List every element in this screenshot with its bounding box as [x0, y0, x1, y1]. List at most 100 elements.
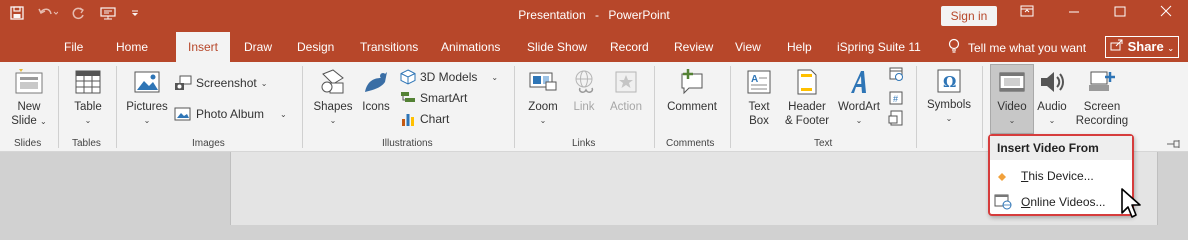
tab-home[interactable]: Home: [116, 40, 148, 54]
icons-label: Icons: [362, 101, 390, 113]
online-videos-menu-item[interactable]: Online Videos...: [990, 190, 1132, 214]
chevron-down-icon: ⌄: [855, 116, 863, 125]
chevron-down-icon: ⌄: [945, 114, 953, 123]
chevron-down-icon: ⌄: [329, 116, 337, 125]
online-videos-accel: O: [1021, 195, 1031, 209]
wordart-button[interactable]: WordArt ⌄: [836, 68, 882, 128]
audio-button[interactable]: Audio ⌄: [1034, 68, 1070, 128]
photo-album-button[interactable]: Photo Album ⌄: [174, 106, 287, 122]
group-label-images: Images: [192, 138, 225, 149]
group-divider: [916, 66, 917, 148]
group-divider: [58, 66, 59, 148]
tell-me-text: Tell me what you want: [968, 40, 1087, 55]
chevron-down-icon: ⌄: [143, 116, 151, 125]
screen-recording-icon: [1089, 71, 1115, 91]
video-button[interactable]: Video ⌄: [992, 68, 1032, 128]
svg-text:Ω: Ω: [943, 73, 956, 91]
smartart-label: SmartArt: [420, 91, 468, 105]
chevron-down-icon: ⌄: [280, 109, 287, 119]
tab-file[interactable]: File: [64, 40, 83, 54]
wordart-icon: [851, 71, 866, 93]
photo-album-icon: [174, 107, 191, 121]
symbols-button[interactable]: Ω Symbols ⌄: [924, 68, 974, 126]
new-slide-icon: [15, 69, 43, 94]
link-icon: [575, 70, 594, 93]
online-videos-label: nline Videos...: [1030, 195, 1106, 209]
zoom-button[interactable]: Zoom ⌄: [524, 68, 562, 128]
chevron-down-icon: ⌄: [1008, 116, 1016, 125]
app-name: PowerPoint: [608, 8, 670, 22]
photo-album-label: Photo Album: [196, 107, 265, 121]
audio-label: Audio: [1037, 101, 1067, 113]
screen-recording-button[interactable]: Screen Recording: [1074, 68, 1130, 128]
text-box-label: Text: [748, 101, 770, 113]
title-separator: -: [595, 8, 599, 22]
cube-icon: [400, 69, 416, 85]
icons-button[interactable]: Icons: [358, 68, 394, 114]
chevron-down-icon: ⌄: [491, 72, 499, 82]
table-icon: [75, 70, 101, 94]
tab-review[interactable]: Review: [674, 40, 713, 54]
tab-draw[interactable]: Draw: [244, 40, 272, 54]
group-divider: [654, 66, 655, 148]
action-button[interactable]: Action: [606, 68, 646, 114]
new-slide-button[interactable]: New Slide ⌄: [8, 68, 50, 129]
text-box-button[interactable]: A Text Box: [740, 68, 778, 128]
omega-icon: Ω: [937, 69, 961, 93]
comment-icon: [681, 69, 703, 95]
screen-recording-label-2: Recording: [1075, 115, 1129, 127]
zoom-label: Zoom: [528, 101, 558, 113]
chart-label: Chart: [420, 112, 450, 126]
header-footer-button[interactable]: Header & Footer: [782, 68, 832, 128]
screen-recording-label: Screen: [1083, 101, 1121, 113]
tab-help[interactable]: Help: [787, 40, 812, 54]
slide-number-button[interactable]: #: [888, 90, 904, 106]
tab-design[interactable]: Design: [297, 40, 334, 54]
close-icon[interactable]: [1154, 4, 1178, 21]
link-button[interactable]: Link: [566, 68, 602, 114]
tab-view[interactable]: View: [735, 40, 761, 54]
screenshot-button[interactable]: Screenshot ⌄: [174, 75, 267, 91]
object-icon: [888, 110, 903, 126]
tab-slide-show[interactable]: Slide Show: [527, 40, 587, 54]
group-divider: [982, 66, 983, 148]
3d-models-button[interactable]: 3D Models ⌄: [400, 69, 498, 85]
tab-transitions[interactable]: Transitions: [360, 40, 418, 54]
tab-ispring-suite[interactable]: iSpring Suite 11: [837, 40, 921, 54]
comment-button[interactable]: Comment: [662, 68, 722, 114]
tab-record[interactable]: Record: [610, 40, 649, 54]
ribbon-display-options-icon[interactable]: [1015, 4, 1039, 21]
pictures-button[interactable]: Pictures ⌄: [124, 68, 170, 128]
sign-in-button[interactable]: Sign in: [941, 6, 997, 26]
share-icon: [1110, 39, 1128, 54]
header-footer-icon: [797, 69, 817, 95]
tab-insert[interactable]: Insert: [176, 32, 231, 62]
minimize-icon[interactable]: [1062, 4, 1086, 21]
text-box-label-2: Box: [749, 115, 769, 127]
this-device-menu-item[interactable]: This Device...: [990, 164, 1132, 188]
header-footer-label-2: & Footer: [784, 115, 830, 127]
slide-number-icon: #: [889, 91, 903, 105]
smartart-button[interactable]: SmartArt: [400, 90, 467, 106]
header-footer-label: Header: [788, 101, 826, 113]
tab-animations[interactable]: Animations: [441, 40, 500, 54]
maximize-icon[interactable]: [1108, 4, 1132, 21]
video-icon: [999, 72, 1025, 92]
3d-models-label: 3D Models: [420, 70, 478, 84]
object-button[interactable]: [888, 110, 904, 126]
group-label-illustrations: Illustrations: [382, 138, 433, 149]
chart-button[interactable]: Chart: [400, 111, 449, 127]
shapes-label: Shapes: [313, 101, 353, 113]
date-time-button[interactable]: [888, 66, 904, 82]
screenshot-icon: [175, 75, 192, 90]
pin-ribbon-icon[interactable]: [1166, 138, 1182, 152]
text-box-icon: A: [747, 70, 771, 94]
icons-icon: [365, 72, 387, 92]
tell-me-search[interactable]: Tell me what you want: [948, 38, 1086, 57]
shapes-button[interactable]: Shapes ⌄: [312, 68, 354, 128]
pictures-label: Pictures: [126, 101, 168, 113]
insert-video-menu: Insert Video From This Device... Online …: [988, 134, 1134, 216]
share-button[interactable]: Share ⌄: [1105, 36, 1179, 58]
table-button[interactable]: Table ⌄: [68, 68, 108, 128]
table-label: Table: [74, 101, 102, 113]
